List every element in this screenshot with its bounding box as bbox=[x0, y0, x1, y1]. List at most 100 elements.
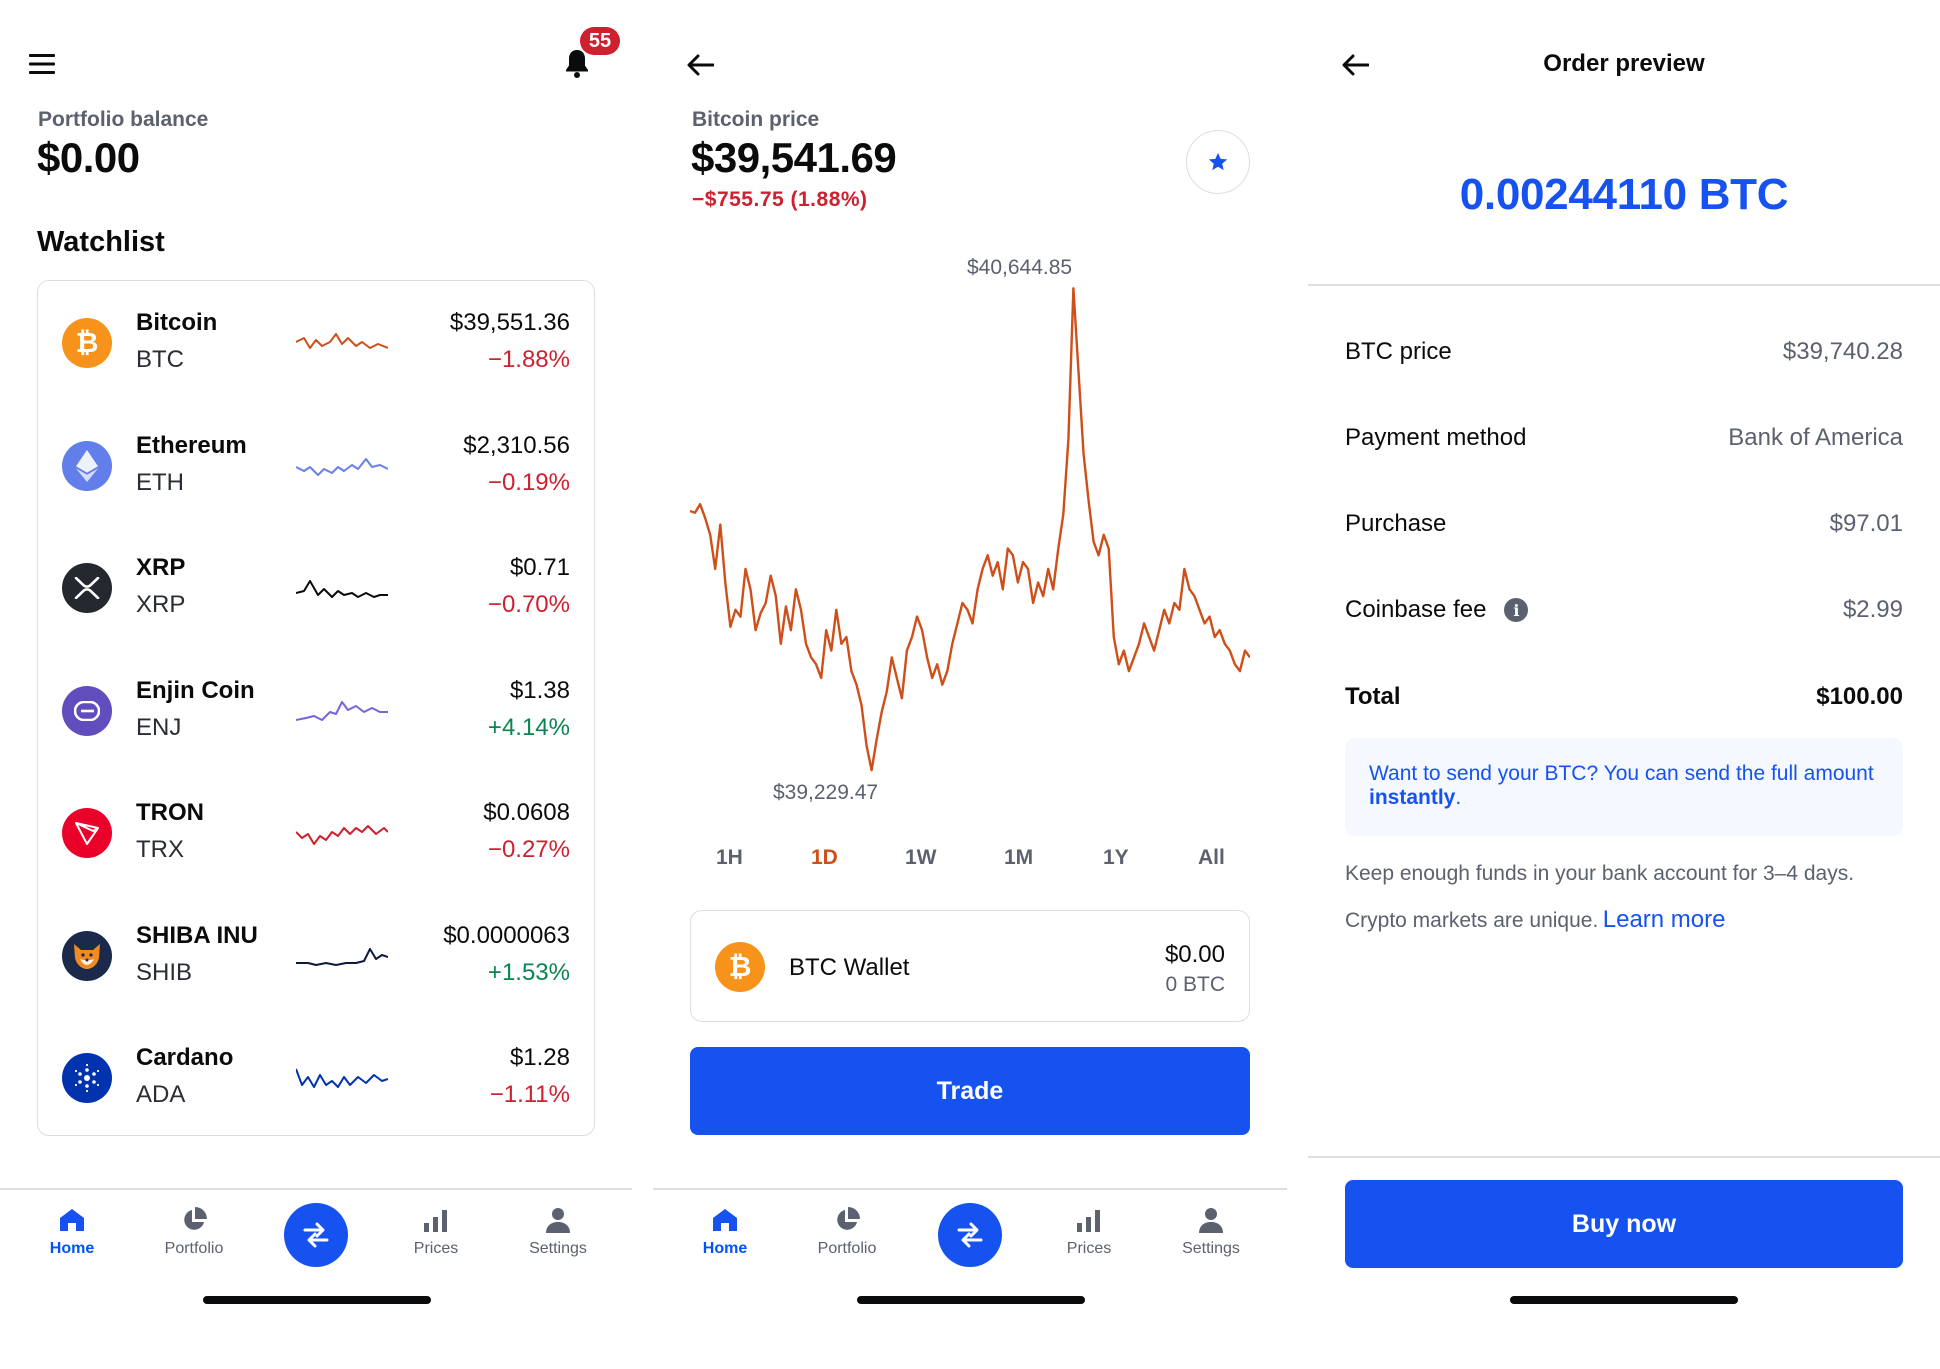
tab-settings[interactable]: Settings bbox=[1161, 1204, 1261, 1258]
home-icon bbox=[56, 1204, 88, 1236]
coin-name: SHIBA INU bbox=[136, 921, 258, 949]
tab-portfolio[interactable]: Portfolio bbox=[797, 1204, 897, 1258]
footer-divider bbox=[1308, 1156, 1940, 1158]
total-label: Total bbox=[1345, 683, 1401, 710]
tab-home[interactable]: Home bbox=[675, 1204, 775, 1258]
instantly-link[interactable]: instantly bbox=[1369, 786, 1455, 809]
tab-label: Prices bbox=[1066, 1240, 1112, 1257]
tab-prices[interactable]: Prices bbox=[1039, 1204, 1139, 1258]
watchlist-item-xrp[interactable]: XRP XRP $0.71 −0.70% bbox=[38, 527, 594, 649]
coin-price: $1.38 bbox=[509, 676, 570, 704]
order-row-label: Payment method bbox=[1345, 424, 1526, 452]
order-preview-title: Order preview bbox=[1543, 50, 1705, 77]
price-change: −$755.75 (1.88%) bbox=[692, 188, 868, 211]
watchlist-title: Watchlist bbox=[37, 226, 165, 258]
markets-notice: Crypto markets are unique. Learn more bbox=[1345, 906, 1725, 934]
coin-symbol: ETH bbox=[136, 468, 184, 496]
coin-price: $0.0608 bbox=[483, 799, 570, 826]
tab-label: Portfolio bbox=[164, 1240, 224, 1257]
wallet-name: BTC Wallet bbox=[789, 954, 910, 981]
coin-change: −0.70% bbox=[487, 591, 570, 618]
btc-wallet-card[interactable]: ₿ BTC Wallet $0.00 0 BTC bbox=[690, 910, 1250, 1022]
watchlist-item-trx[interactable]: TRON TRX $0.0608 −0.27% bbox=[38, 772, 594, 894]
coin-name: Ethereum bbox=[136, 431, 247, 459]
bitcoin-price-value: $39,541.69 bbox=[691, 134, 897, 181]
sparkline-path bbox=[296, 580, 388, 598]
tab-label: Portfolio bbox=[817, 1240, 877, 1257]
order-crypto-amount: 0.00244110 BTC bbox=[1459, 170, 1789, 219]
trade-button[interactable]: Trade bbox=[690, 1047, 1250, 1135]
coin-name: Enjin Coin bbox=[136, 676, 255, 704]
tab-label: Settings bbox=[529, 1240, 587, 1257]
watchlist-item-ada[interactable]: Cardano ADA $1.28 −1.11% bbox=[38, 1017, 594, 1139]
range-tab-1w[interactable]: 1W bbox=[905, 846, 937, 870]
coin-symbol: XRP bbox=[136, 591, 186, 618]
watchlist-star-button[interactable] bbox=[1186, 130, 1250, 194]
coin-change: −1.11% bbox=[489, 1081, 570, 1108]
tab-portfolio[interactable]: Portfolio bbox=[144, 1204, 244, 1258]
watchlist-item-btc[interactable]: ₿ Bitcoin BTC $39,551.36 −1.88% bbox=[38, 282, 594, 404]
wallet-crypto-balance: 0 BTC bbox=[1165, 973, 1225, 996]
order-row-value: $2.99 bbox=[1842, 596, 1903, 623]
trade-swap-button[interactable] bbox=[284, 1203, 348, 1267]
range-tab-1d[interactable]: 1D bbox=[811, 846, 838, 870]
home-icon bbox=[709, 1204, 741, 1236]
tab-settings[interactable]: Settings bbox=[508, 1204, 608, 1258]
send-info-text: Want to send your BTC? You can send the … bbox=[1369, 762, 1874, 785]
watchlist-card: ₿ Bitcoin BTC $39,551.36 −1.88% Ethereum ETH $2… bbox=[37, 280, 595, 1136]
order-row-label-text: Coinbase fee bbox=[1345, 596, 1487, 623]
tab-prices[interactable]: Prices bbox=[386, 1204, 486, 1258]
hamburger-menu-button[interactable] bbox=[28, 50, 56, 78]
sparkline-path bbox=[296, 333, 388, 349]
order-row-label: Purchase bbox=[1345, 510, 1446, 538]
tab-label: Home bbox=[702, 1240, 748, 1257]
order-row-value: Bank of America bbox=[1728, 424, 1903, 451]
chart-low-label: $39,229.47 bbox=[773, 781, 879, 804]
portfolio-balance-label: Portfolio balance bbox=[38, 108, 209, 131]
coin-price: $2,310.56 bbox=[463, 431, 570, 459]
coin-change: +4.14% bbox=[487, 713, 570, 741]
range-tab-1h[interactable]: 1H bbox=[716, 846, 743, 870]
order-row-value: $39,740.28 bbox=[1782, 338, 1903, 365]
portfolio-balance-value: $0.00 bbox=[37, 134, 140, 181]
coin-price: $39,551.36 bbox=[449, 309, 570, 336]
sparkline-path bbox=[296, 700, 388, 721]
buy-now-button[interactable]: Buy now bbox=[1345, 1180, 1903, 1268]
trade-swap-button[interactable] bbox=[938, 1203, 1002, 1267]
bitcoin-icon: ₿ bbox=[715, 942, 765, 992]
tab-label: Settings bbox=[1182, 1240, 1240, 1257]
send-info-period: . bbox=[1455, 786, 1462, 809]
order-row-label: Coinbase fee i bbox=[1345, 596, 1529, 624]
range-tab-all[interactable]: All bbox=[1198, 846, 1225, 870]
watchlist-item-enj[interactable]: Enjin Coin ENJ $1.38 +4.14% bbox=[38, 650, 594, 772]
wallet-fiat-balance: $0.00 bbox=[1164, 941, 1225, 968]
order-row-label-text: Payment method bbox=[1345, 424, 1527, 451]
coin-symbol: ENJ bbox=[136, 713, 182, 741]
pie-chart-icon bbox=[831, 1204, 863, 1236]
asset-screen: Bitcoin price $39,541.69 −$755.75 (1.88%… bbox=[653, 0, 1287, 1369]
send-info-note: Want to send your BTC? You can send the … bbox=[1345, 738, 1903, 836]
learn-more-link[interactable]: Learn more bbox=[1603, 906, 1726, 933]
bitcoin-price-label: Bitcoin price bbox=[692, 108, 820, 131]
back-button[interactable] bbox=[683, 48, 717, 82]
bar-chart-icon bbox=[1073, 1204, 1105, 1236]
sparkline-path bbox=[296, 457, 388, 476]
watchlist-item-eth[interactable]: Ethereum ETH $2,310.56 −0.19% bbox=[38, 405, 594, 527]
bitcoin-price-chart[interactable] bbox=[690, 240, 1250, 800]
home-indicator bbox=[857, 1296, 1085, 1304]
coin-symbol: BTC bbox=[136, 346, 184, 373]
tab-home[interactable]: Home bbox=[22, 1204, 122, 1258]
order-row-label-text: Purchase bbox=[1345, 510, 1447, 537]
watchlist-item-shib[interactable]: SHIBA INU SHIB $0.0000063 +1.53% bbox=[38, 895, 594, 1017]
tab-label: Home bbox=[49, 1240, 95, 1257]
coin-name: Cardano bbox=[136, 1044, 234, 1071]
coin-symbol: SHIB bbox=[136, 958, 193, 986]
bar-chart-icon bbox=[420, 1204, 452, 1236]
info-icon[interactable]: i bbox=[1504, 598, 1529, 622]
person-icon bbox=[542, 1204, 574, 1236]
range-tab-1y[interactable]: 1Y bbox=[1103, 846, 1129, 870]
back-arrow-icon bbox=[687, 54, 714, 76]
range-tab-1m[interactable]: 1M bbox=[1004, 846, 1033, 870]
coin-name: Bitcoin bbox=[136, 309, 218, 336]
home-screen: 55 Portfolio balance $0.00 Watchlist ₿ Bi… bbox=[0, 0, 632, 1369]
